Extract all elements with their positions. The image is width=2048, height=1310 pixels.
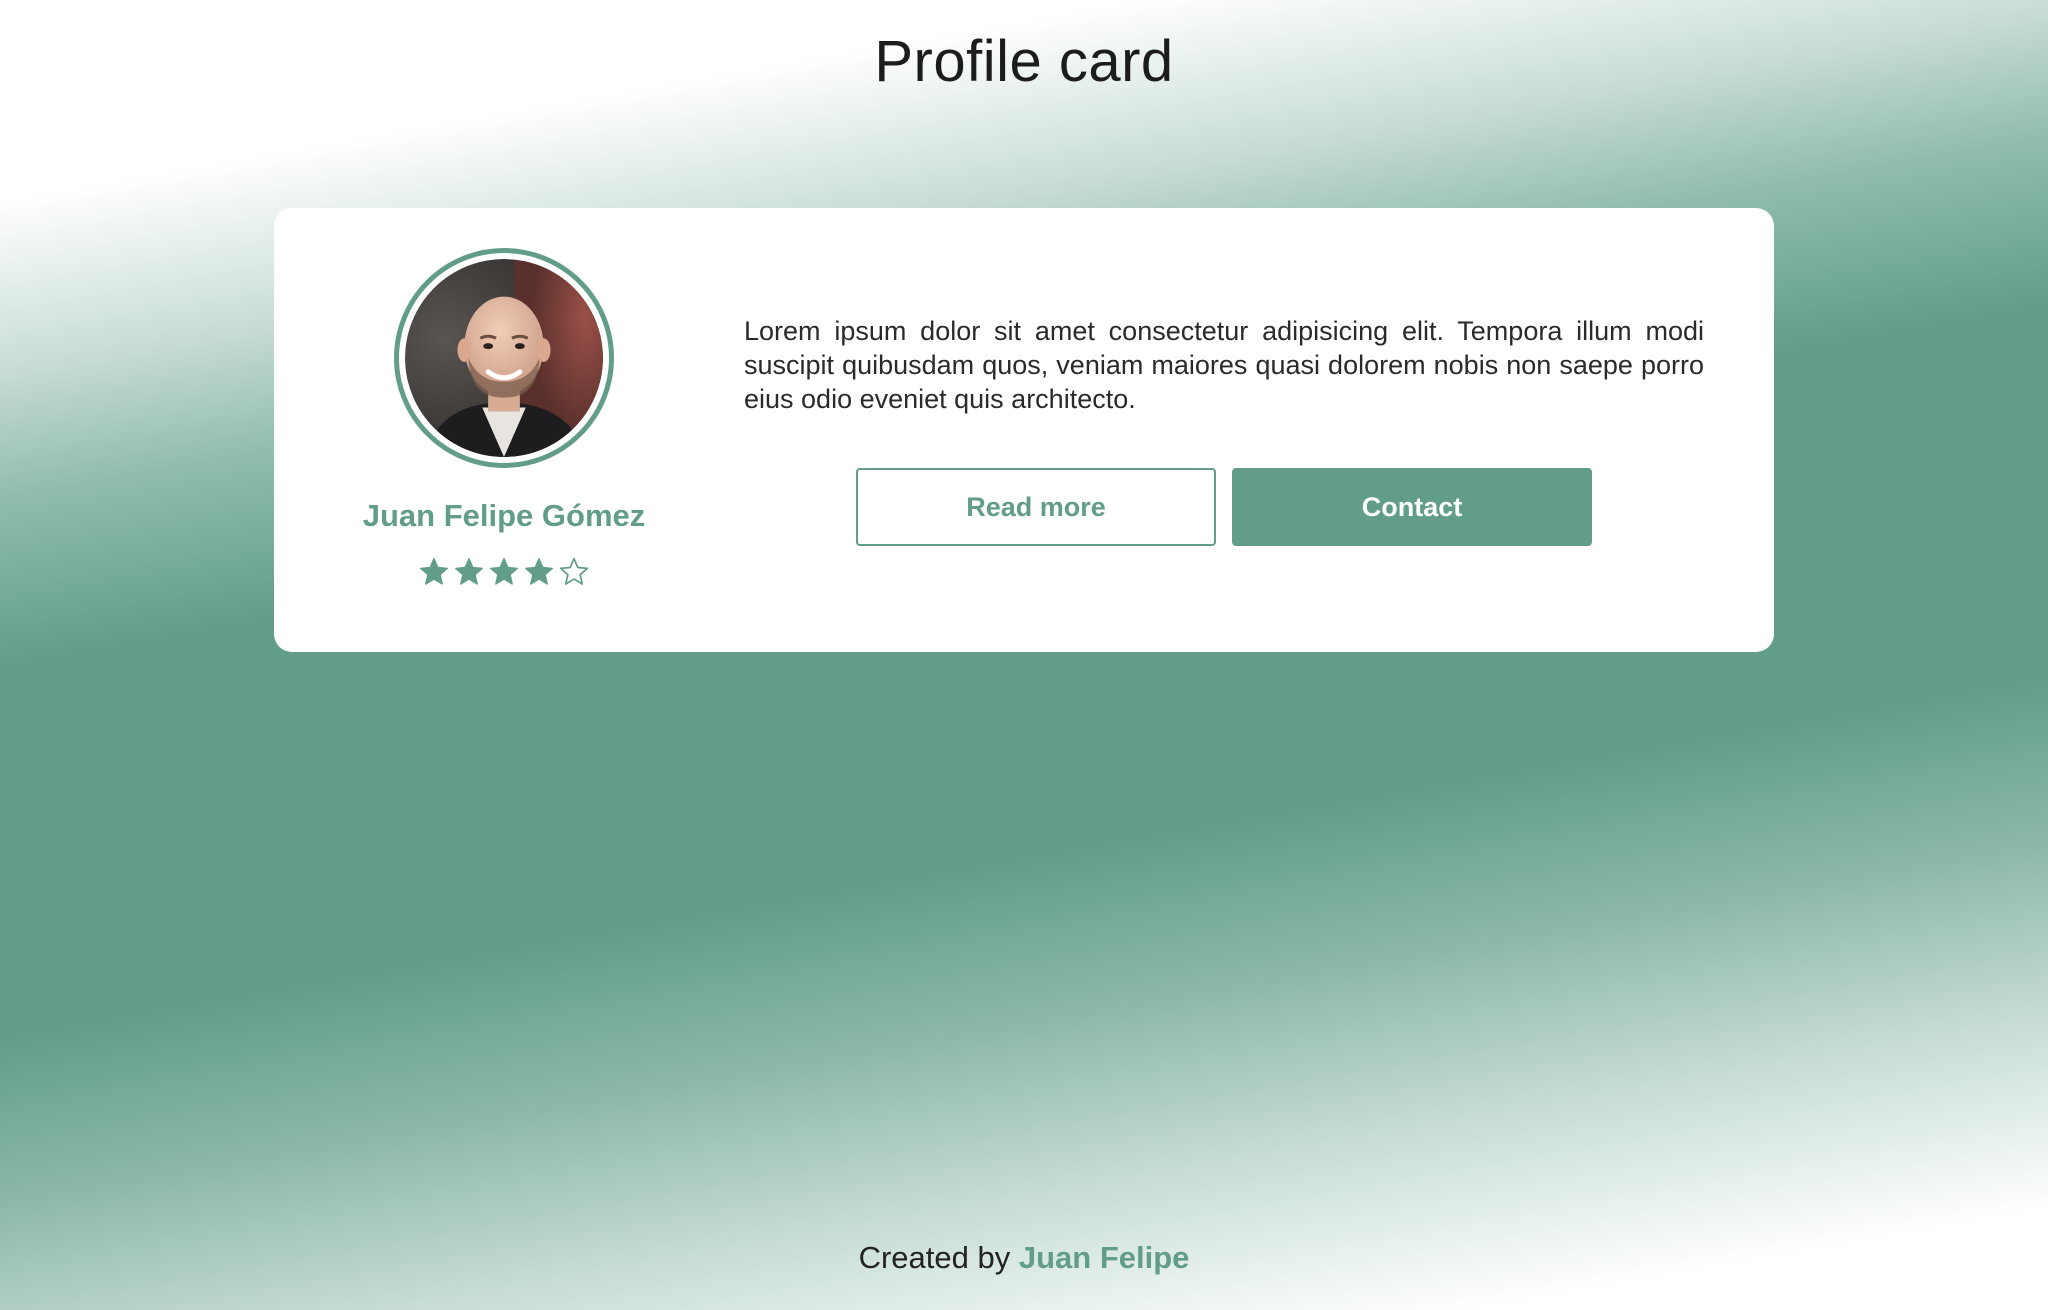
avatar-frame <box>394 248 614 468</box>
profile-card: Juan Felipe Gómez Lorem ipsum dolor sit … <box>274 208 1774 652</box>
star-filled-icon <box>525 558 553 585</box>
profile-column: Juan Felipe Gómez <box>274 208 734 652</box>
footer-prefix: Created by <box>858 1240 1011 1275</box>
contact-button[interactable]: Contact <box>1232 468 1592 546</box>
avatar <box>405 259 603 457</box>
author-link[interactable]: Juan Felipe <box>1019 1240 1190 1275</box>
footer-credit: Created by Juan Felipe <box>0 1240 2048 1276</box>
star-empty-icon <box>559 557 589 585</box>
rating-stars <box>274 556 734 588</box>
star-filled-icon <box>490 558 518 585</box>
profile-bio: Lorem ipsum dolor sit amet consectetur a… <box>744 316 1704 414</box>
star-filled-icon <box>420 558 448 585</box>
read-more-button[interactable]: Read more <box>856 468 1216 546</box>
page-title: Profile card <box>874 29 1174 94</box>
profile-name: Juan Felipe Gómez <box>362 498 646 533</box>
star-filled-icon <box>455 558 483 585</box>
